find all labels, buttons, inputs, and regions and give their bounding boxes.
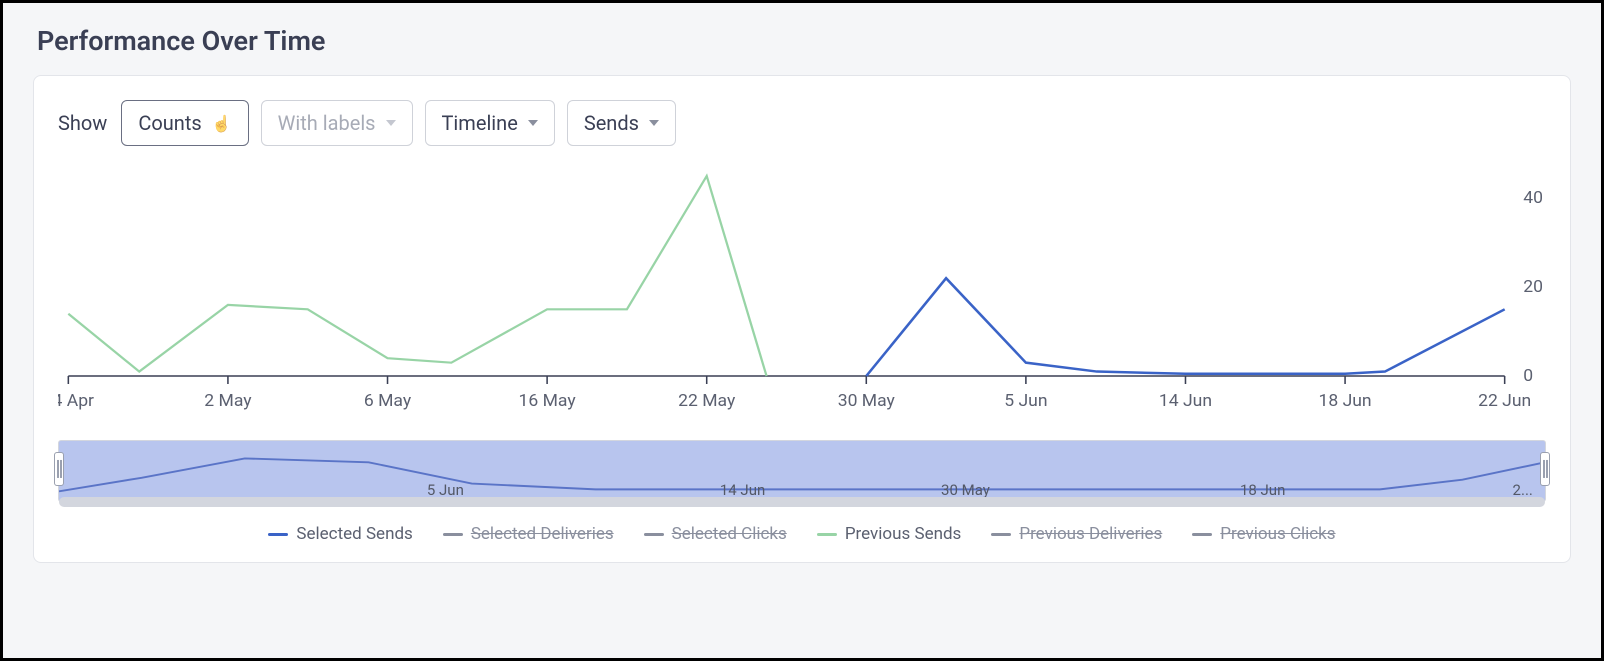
svg-text:24 Apr: 24 Apr xyxy=(58,391,94,411)
sends-dropdown-label: Sends xyxy=(584,111,639,135)
svg-text:5 Jun: 5 Jun xyxy=(1004,391,1047,411)
show-label: Show xyxy=(58,111,107,135)
legend-swatch xyxy=(1192,533,1212,536)
svg-text:6 May: 6 May xyxy=(364,391,411,411)
svg-text:22 Jun: 22 Jun xyxy=(1478,391,1531,411)
svg-text:0: 0 xyxy=(1523,366,1533,386)
chevron-down-icon xyxy=(528,120,538,126)
legend-item[interactable]: Selected Deliveries xyxy=(443,524,614,544)
svg-text:14 Jun: 14 Jun xyxy=(1159,391,1212,411)
legend-item[interactable]: Selected Sends xyxy=(268,524,412,544)
chart-card: Show Counts ☝ With labels Timeline Sends… xyxy=(33,75,1571,563)
legend-item[interactable]: Previous Deliveries xyxy=(991,524,1162,544)
navigator-handle-left[interactable] xyxy=(54,452,64,486)
svg-text:18 Jun: 18 Jun xyxy=(1319,391,1372,411)
svg-text:30 May: 30 May xyxy=(838,391,895,411)
main-chart[interactable]: 24 Apr 2 May 6 May 16 May 22 May 30 May 5 Jun 1… xyxy=(58,166,1546,426)
chart-navigator[interactable]: 5 Jun14 Jun30 May18 Jun2... xyxy=(58,440,1546,502)
chart-svg: 24 Apr 2 May 6 May 16 May 22 May 30 May 5 Jun 1… xyxy=(58,166,1546,426)
legend-label: Selected Deliveries xyxy=(471,524,614,544)
with-labels-dropdown[interactable]: With labels xyxy=(261,100,413,146)
navigator-svg xyxy=(59,441,1545,501)
performance-panel: Performance Over Time Show Counts ☝ With… xyxy=(0,0,1604,661)
chart-legend: Selected Sends Selected Deliveries Selecte… xyxy=(58,524,1546,544)
legend-label: Previous Sends xyxy=(845,524,962,544)
legend-swatch xyxy=(817,533,837,536)
page-title: Performance Over Time xyxy=(37,25,1567,57)
chevron-down-icon xyxy=(649,120,659,126)
legend-label: Previous Clicks xyxy=(1220,524,1335,544)
timeline-dropdown-label: Timeline xyxy=(442,111,518,135)
svg-text:20: 20 xyxy=(1523,277,1543,297)
legend-item[interactable]: Selected Clicks xyxy=(644,524,787,544)
legend-label: Selected Clicks xyxy=(672,524,787,544)
legend-swatch xyxy=(443,533,463,536)
legend-label: Previous Deliveries xyxy=(1019,524,1162,544)
legend-label: Selected Sends xyxy=(296,524,412,544)
legend-swatch xyxy=(991,533,1011,536)
chevron-down-icon xyxy=(386,120,396,126)
legend-swatch xyxy=(644,533,664,536)
svg-text:16 May: 16 May xyxy=(519,391,576,411)
svg-text:2 May: 2 May xyxy=(204,391,251,411)
navigator-handle-right[interactable] xyxy=(1540,452,1550,486)
svg-text:22 May: 22 May xyxy=(678,391,735,411)
cursor-icon: ☝ xyxy=(212,114,232,133)
counts-dropdown-label: Counts xyxy=(138,111,201,135)
with-labels-dropdown-label: With labels xyxy=(278,111,376,135)
svg-text:40: 40 xyxy=(1523,188,1543,208)
legend-item[interactable]: Previous Clicks xyxy=(1192,524,1335,544)
sends-dropdown[interactable]: Sends xyxy=(567,100,676,146)
counts-dropdown[interactable]: Counts ☝ xyxy=(121,100,248,146)
legend-swatch xyxy=(268,533,288,536)
navigator-track[interactable] xyxy=(59,497,1545,507)
chart-toolbar: Show Counts ☝ With labels Timeline Sends xyxy=(58,100,1546,146)
timeline-dropdown[interactable]: Timeline xyxy=(425,100,555,146)
legend-item[interactable]: Previous Sends xyxy=(817,524,962,544)
